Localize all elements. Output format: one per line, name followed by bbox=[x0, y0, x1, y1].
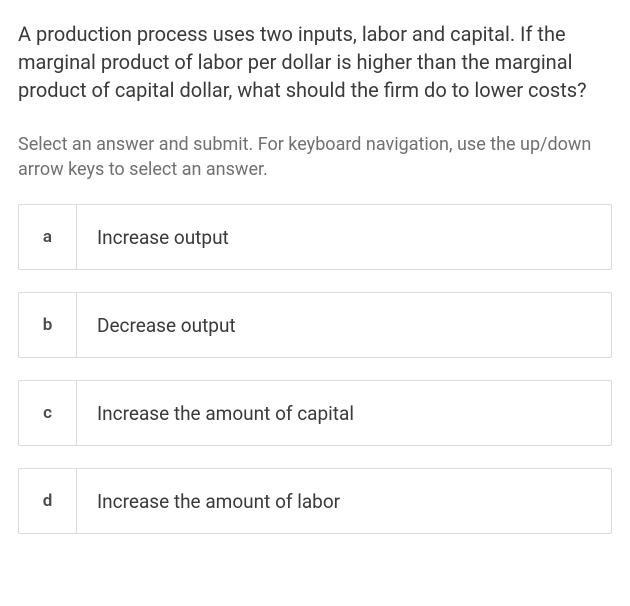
option-key: c bbox=[19, 381, 77, 445]
option-label: Increase output bbox=[77, 205, 611, 269]
options-list: a Increase output b Decrease output c In… bbox=[18, 204, 612, 534]
option-b[interactable]: b Decrease output bbox=[18, 292, 612, 358]
question-text: A production process uses two inputs, la… bbox=[18, 20, 612, 104]
option-label: Increase the amount of capital bbox=[77, 381, 611, 445]
option-d[interactable]: d Increase the amount of labor bbox=[18, 468, 612, 534]
option-label: Increase the amount of labor bbox=[77, 469, 611, 533]
instructions-text: Select an answer and submit. For keyboar… bbox=[18, 132, 612, 182]
option-key: d bbox=[19, 469, 77, 533]
option-label: Decrease output bbox=[77, 293, 611, 357]
option-c[interactable]: c Increase the amount of capital bbox=[18, 380, 612, 446]
option-key: b bbox=[19, 293, 77, 357]
option-key: a bbox=[19, 205, 77, 269]
option-a[interactable]: a Increase output bbox=[18, 204, 612, 270]
